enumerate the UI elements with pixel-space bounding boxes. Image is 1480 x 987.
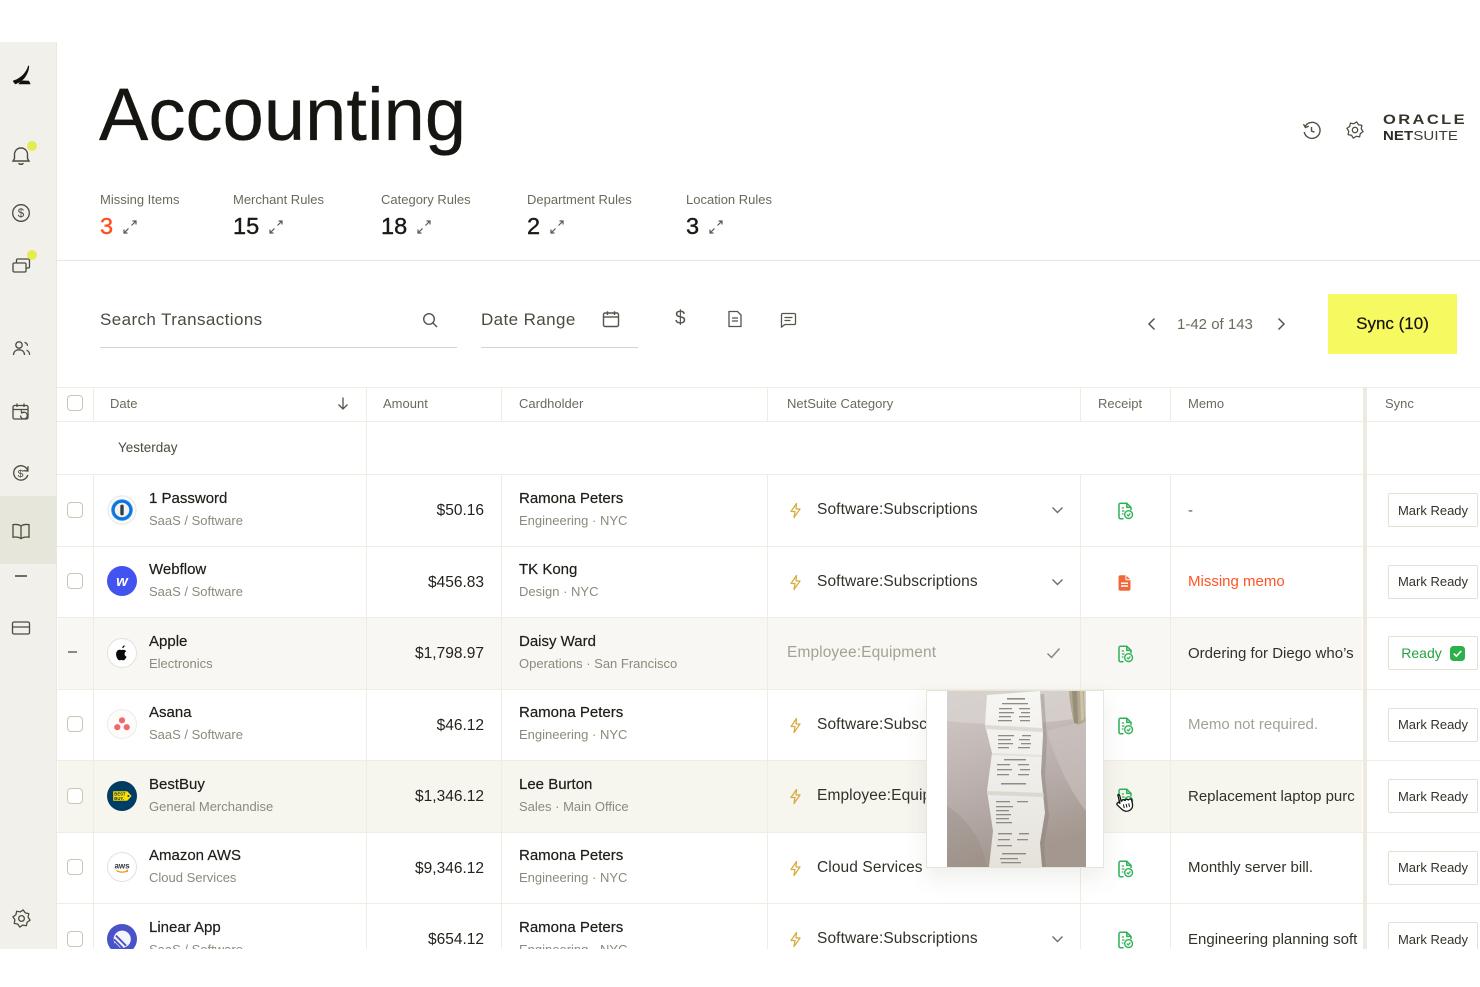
svg-text:aws: aws [114,862,130,871]
svg-text:$: $ [18,468,24,480]
svg-text:w: w [116,573,129,590]
svg-text:$: $ [18,208,25,220]
svg-text:BUY.: BUY. [114,795,124,800]
